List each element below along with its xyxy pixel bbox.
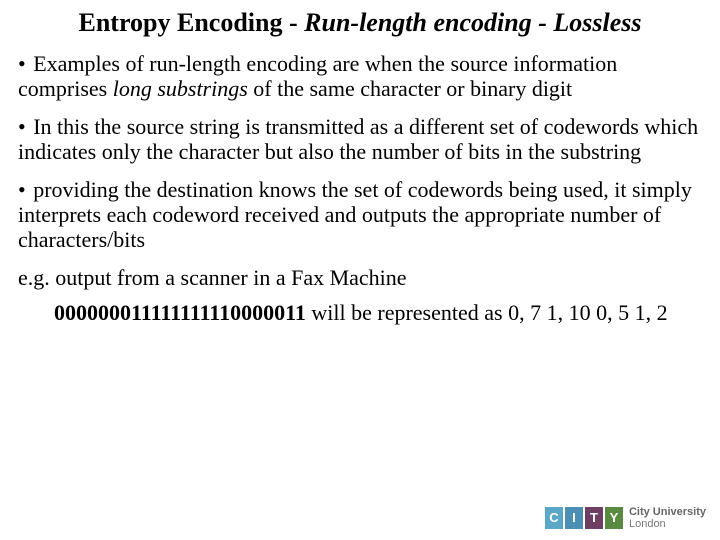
- bullet-3-text: providing the destination knows the set …: [18, 177, 692, 251]
- slide: Entropy Encoding - Run-length encoding -…: [0, 0, 720, 326]
- logo-letter-c: C: [545, 507, 563, 529]
- slide-title: Entropy Encoding - Run-length encoding -…: [18, 8, 702, 38]
- example-value: 000000011111111110000011 will be represe…: [18, 301, 702, 326]
- logo-line1: City University: [629, 506, 706, 518]
- bullet-2: • In this the source string is transmitt…: [18, 115, 702, 164]
- binary-string: 000000011111111110000011: [18, 300, 306, 325]
- example-label: e.g. output from a scanner in a Fax Mach…: [18, 266, 702, 291]
- logo-line2: London: [629, 518, 666, 530]
- university-logo: C I T Y City University London: [545, 506, 706, 530]
- title-dash: -: [282, 8, 304, 37]
- logo-letter-i: I: [565, 507, 583, 529]
- bullet-2-text: In this the source string is transmitted…: [18, 114, 698, 164]
- bullet-3: • providing the destination knows the se…: [18, 178, 702, 252]
- title-italic: Run-length encoding - Lossless: [304, 8, 641, 37]
- logo-letter-t: T: [585, 507, 603, 529]
- logo-text: City University London: [629, 506, 706, 530]
- logo-blocks: C I T Y: [545, 507, 623, 529]
- bullet-icon: •: [18, 114, 26, 139]
- bullet-icon: •: [18, 177, 26, 202]
- bullet-icon: •: [18, 51, 26, 76]
- logo-letter-y: Y: [605, 507, 623, 529]
- binary-post: will be represented as 0, 7 1, 10 0, 5 1…: [306, 300, 668, 325]
- bullet-1-italic: long substrings: [113, 76, 248, 101]
- bullet-1-post: of the same character or binary digit: [248, 76, 572, 101]
- bullet-1: • Examples of run-length encoding are wh…: [18, 52, 702, 101]
- title-prefix: Entropy Encoding: [79, 8, 283, 37]
